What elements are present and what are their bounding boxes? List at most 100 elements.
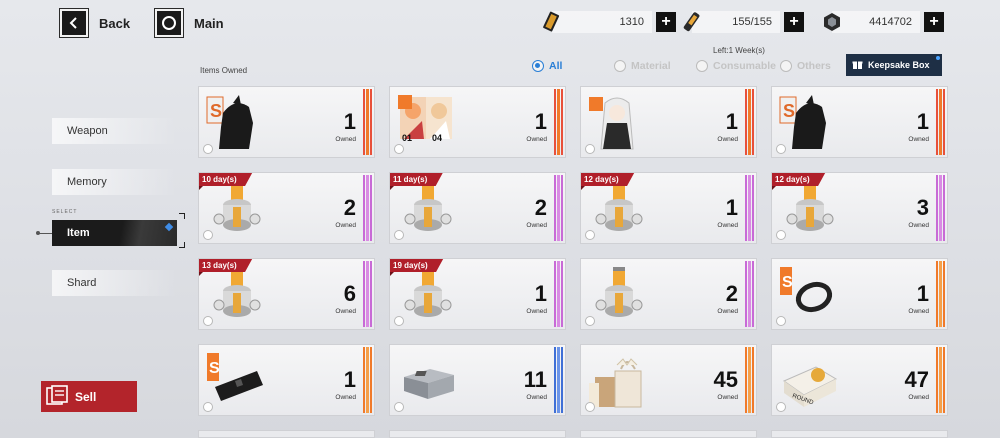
keepsake-box-button[interactable]: Keepsake Box: [846, 54, 942, 76]
radio-icon: [780, 60, 792, 72]
sidebar-item-memory[interactable]: Memory: [52, 169, 177, 195]
owned-label: Owned: [526, 308, 547, 315]
expiry-badge: 11 day(s): [390, 173, 444, 186]
select-radio[interactable]: [203, 230, 213, 240]
item-card[interactable]: 10 day(s) 2 Owned: [198, 172, 375, 244]
item-count: 2: [534, 195, 547, 220]
main-button[interactable]: Main: [154, 8, 224, 38]
sidebar-item-label: Weapon: [67, 125, 108, 137]
filter-consumable[interactable]: Consumable: [696, 60, 776, 72]
item-count: 2: [725, 281, 738, 306]
item-card[interactable]: 2 Owned: [580, 258, 757, 330]
back-button[interactable]: Back: [59, 8, 130, 38]
select-radio[interactable]: [776, 316, 786, 326]
card-tag: 01: [402, 133, 413, 143]
owned-label: Owned: [717, 394, 738, 401]
filter-material[interactable]: Material: [614, 60, 671, 72]
select-radio[interactable]: [394, 230, 404, 240]
item-card[interactable]: 11 day(s) 2 Owned: [389, 172, 566, 244]
select-radio[interactable]: [585, 402, 595, 412]
select-radio[interactable]: [776, 402, 786, 412]
filter-all[interactable]: All: [532, 60, 562, 72]
sidebar-item-weapon[interactable]: Weapon: [52, 118, 177, 144]
expiry-badge-tail: [199, 186, 203, 191]
item-card[interactable]: ROUND 47 Owned: [771, 344, 948, 416]
add-coin-button[interactable]: +: [924, 12, 944, 32]
filter-label: Material: [631, 60, 671, 72]
item-card[interactable]: 01 04 1 Owned: [389, 86, 566, 158]
selection-pointer: [38, 233, 52, 234]
item-count: 1: [343, 109, 356, 134]
corner-bracket: [179, 213, 185, 219]
sidebar-item-shard[interactable]: Shard: [52, 270, 177, 296]
expiry-badge: 19 day(s): [390, 259, 444, 272]
item-card[interactable]: S 1 Owned: [771, 86, 948, 158]
select-radio[interactable]: [203, 316, 213, 326]
owned-label: Owned: [717, 308, 738, 315]
card-partial: [580, 430, 757, 438]
item-card[interactable]: 12 day(s) 3 Owned: [771, 172, 948, 244]
expiry-badge-tail: [581, 186, 585, 191]
select-radio[interactable]: [394, 316, 404, 326]
item-count: 1: [916, 281, 929, 306]
sidebar-item-label: Item: [67, 227, 90, 239]
rarity-stripe: [745, 89, 754, 155]
select-radio[interactable]: [776, 230, 786, 240]
back-label: Back: [99, 15, 131, 31]
select-radio[interactable]: [203, 144, 213, 154]
select-radio[interactable]: [585, 230, 595, 240]
character-cards-icon: [396, 93, 458, 153]
resource-ticket: 1310 +: [540, 9, 676, 35]
rarity-stripe: [745, 261, 754, 327]
svg-text:S: S: [783, 101, 795, 121]
resource-value: 155/155: [692, 11, 780, 33]
capsule-icon: [778, 179, 840, 239]
rarity-stripe: [363, 347, 372, 413]
weapon-silhouette-icon: S: [778, 93, 840, 153]
radio-icon: [614, 60, 626, 72]
owned-label: Owned: [335, 222, 356, 229]
left-week-label: Left:1 Week(s): [713, 46, 765, 55]
resource-coin: 4414702 +: [820, 9, 944, 35]
sidebar-item-item[interactable]: Item: [52, 220, 177, 246]
item-card[interactable]: S 1 Owned: [198, 344, 375, 416]
black-case-icon: S: [205, 351, 267, 411]
item-count: 11: [523, 367, 547, 392]
item-card[interactable]: 1 Owned: [580, 86, 757, 158]
capsule-icon: [396, 265, 458, 325]
items-owned-label: Items Owned: [200, 66, 248, 75]
resource-stamina: 155/155 +: [680, 9, 804, 35]
select-radio[interactable]: [203, 402, 213, 412]
add-stamina-button[interactable]: +: [784, 12, 804, 32]
item-card[interactable]: 13 day(s) 6 Owned: [198, 258, 375, 330]
item-card[interactable]: S 1 Owned: [198, 86, 375, 158]
select-radio[interactable]: [776, 144, 786, 154]
select-radio[interactable]: [394, 144, 404, 154]
owned-label: Owned: [908, 222, 929, 229]
item-count: 2: [343, 195, 356, 220]
select-radio[interactable]: [585, 316, 595, 326]
sidebar-item-label: Shard: [67, 277, 97, 289]
filter-others[interactable]: Others: [780, 60, 831, 72]
rarity-stripe: [936, 261, 945, 327]
item-count: 1: [343, 367, 356, 392]
sell-button[interactable]: Sell: [41, 381, 137, 412]
item-card[interactable]: S 1 Owned: [771, 258, 948, 330]
coin-icon: [820, 10, 844, 34]
home-circle-icon: [154, 8, 184, 38]
owned-label: Owned: [335, 136, 356, 143]
owned-label: Owned: [908, 308, 929, 315]
item-card[interactable]: 12 day(s) 1 Owned: [580, 172, 757, 244]
rarity-stripe: [936, 347, 945, 413]
item-card[interactable]: 11 Owned: [389, 344, 566, 416]
rarity-stripe: [745, 347, 754, 413]
item-card[interactable]: 45 Owned: [580, 344, 757, 416]
item-card[interactable]: 19 day(s) 1 Owned: [389, 258, 566, 330]
select-radio[interactable]: [394, 402, 404, 412]
add-ticket-button[interactable]: +: [656, 12, 676, 32]
owned-label: Owned: [335, 394, 356, 401]
rarity-stripe: [363, 89, 372, 155]
select-radio[interactable]: [585, 144, 595, 154]
filter-label: All: [549, 60, 563, 72]
rarity-stripe: [554, 175, 563, 241]
